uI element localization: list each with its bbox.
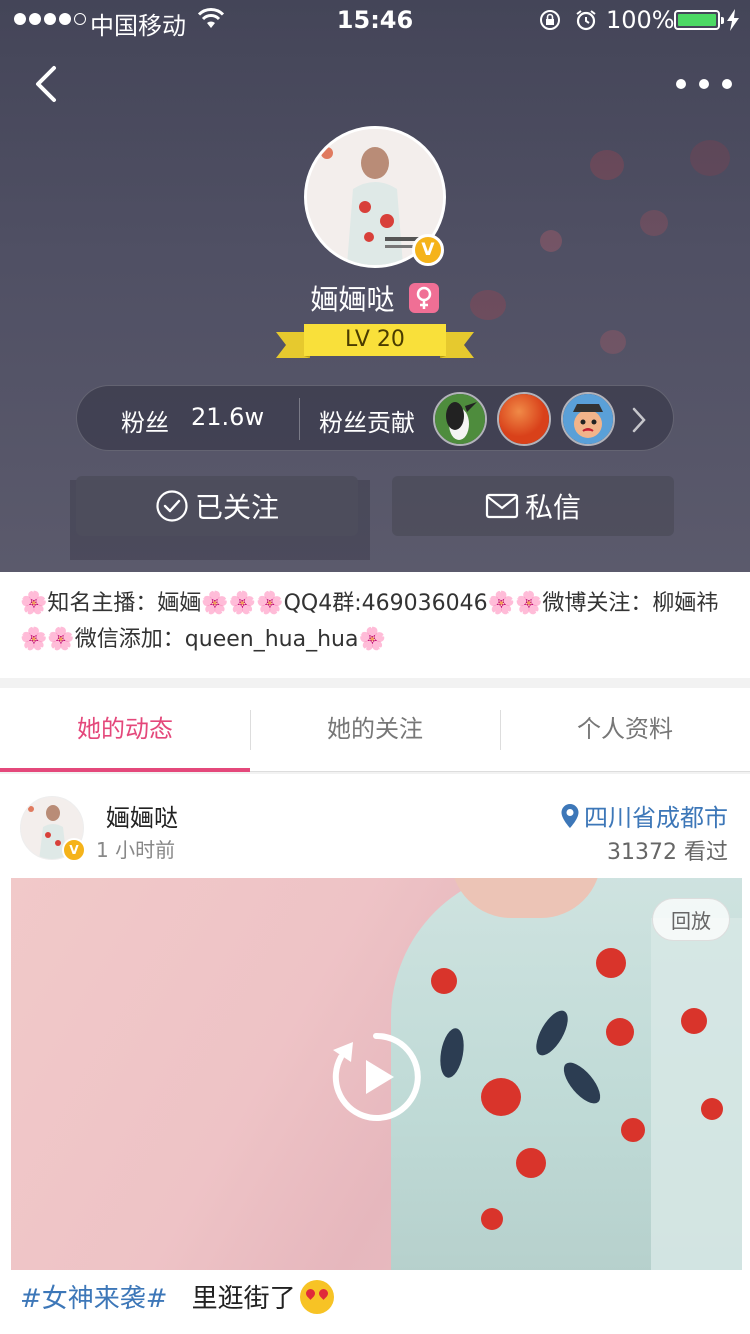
more-dot-icon — [699, 79, 709, 89]
tab-her-posts[interactable]: 她的动态 — [0, 688, 250, 772]
following-button[interactable]: 已关注 — [76, 476, 358, 536]
post-timestamp: 1 小时前 — [96, 838, 176, 862]
level-label: LV 20 — [304, 324, 446, 356]
post-hashtag[interactable]: #女神来袭# — [20, 1278, 168, 1315]
battery-icon — [674, 10, 724, 30]
background-decoration — [640, 210, 668, 236]
video-scene — [516, 1148, 546, 1178]
fans-count: 21.6w — [191, 403, 265, 431]
fans-label: 粉丝 — [121, 409, 169, 437]
rotation-lock-icon — [540, 10, 560, 30]
feed-post: V 婳婳哒 1 小时前 四川省成都市 31372 看过 回放 #女神来袭# 里逛… — [0, 774, 750, 1334]
fan-contribution-label: 粉丝贡献 — [319, 409, 415, 437]
chevron-left-icon — [36, 66, 56, 102]
tab-her-following[interactable]: 她的关注 — [250, 688, 500, 772]
post-location-label: 四川省成都市 — [584, 804, 728, 832]
chevron-right-icon — [632, 407, 646, 433]
video-scene — [681, 1008, 707, 1034]
replay-badge: 回放 — [652, 898, 730, 941]
active-tab-indicator — [0, 768, 250, 772]
post-caption-text: 里逛街了 — [191, 1284, 296, 1314]
more-dot-icon — [722, 79, 732, 89]
background-decoration — [590, 150, 624, 180]
video-thumbnail[interactable]: 回放 — [11, 878, 742, 1270]
video-scene — [596, 948, 626, 978]
video-scene — [651, 918, 742, 1270]
post-location[interactable]: 四川省成都市 — [560, 798, 728, 833]
post-author-name[interactable]: 婳婳哒 — [106, 798, 178, 833]
battery-percent: 100% — [606, 6, 675, 34]
video-scene — [621, 1118, 645, 1142]
video-scene — [481, 1078, 521, 1116]
charging-icon — [727, 9, 739, 31]
profile-header: 中国移动 15:46 100% V 婳婳哒 LV 20 粉丝 21.6w 粉丝贡… — [0, 0, 750, 572]
profile-avatar[interactable]: V — [304, 126, 446, 268]
profile-page: 中国移动 15:46 100% V 婳婳哒 LV 20 粉丝 21.6w 粉丝贡… — [0, 0, 750, 1334]
profile-tabs: 她的动态 她的关注 个人资料 — [0, 688, 750, 772]
video-scene — [481, 1208, 503, 1230]
following-label: 已关注 — [194, 491, 279, 524]
video-scene — [606, 1018, 634, 1046]
location-pin-icon — [561, 803, 579, 828]
private-message-button[interactable]: 私信 — [392, 476, 674, 536]
envelope-icon — [485, 493, 519, 519]
contributor-avatar[interactable] — [497, 392, 551, 446]
contributor-avatar[interactable] — [561, 392, 615, 446]
more-options-button[interactable] — [676, 68, 732, 100]
profile-nickname: 婳婳哒 — [310, 283, 395, 316]
check-circle-icon — [156, 490, 188, 522]
verified-badge-icon: V — [412, 234, 444, 266]
alarm-icon — [576, 10, 596, 31]
fan-contribution-avatars — [433, 392, 615, 446]
level-badge: LV 20 — [276, 324, 474, 360]
post-author-avatar[interactable]: V — [20, 796, 86, 862]
tab-profile-info[interactable]: 个人资料 — [500, 688, 750, 772]
post-caption: #女神来袭# 里逛街了 — [20, 1278, 334, 1315]
private-message-label: 私信 — [524, 491, 581, 524]
background-decoration — [690, 140, 730, 176]
stats-bar[interactable]: 粉丝 21.6w 粉丝贡献 — [76, 385, 674, 451]
contributor-avatar[interactable] — [433, 392, 487, 446]
divider — [299, 398, 300, 440]
more-dot-icon — [676, 79, 686, 89]
background-decoration — [540, 230, 562, 252]
background-decoration — [600, 330, 626, 354]
female-gender-icon — [409, 283, 440, 313]
back-button[interactable] — [26, 60, 74, 108]
video-scene — [431, 968, 457, 994]
post-view-count: 31372 看过 — [607, 840, 728, 865]
heart-eyes-emoji-icon — [299, 1279, 334, 1314]
verified-badge-icon: V — [62, 838, 86, 862]
video-scene — [701, 1098, 723, 1120]
replay-play-icon[interactable] — [329, 1030, 423, 1124]
profile-bio: 🌸知名主播：婳婳🌸🌸🌸QQ4群:469036046🌸🌸微博关注：柳婳祎🌸🌸微信添… — [0, 572, 750, 678]
nickname-row: 婳婳哒 — [0, 278, 750, 318]
status-bar: 中国移动 15:46 100% — [0, 0, 750, 40]
fans-stat: 粉丝 21.6w — [121, 403, 264, 438]
